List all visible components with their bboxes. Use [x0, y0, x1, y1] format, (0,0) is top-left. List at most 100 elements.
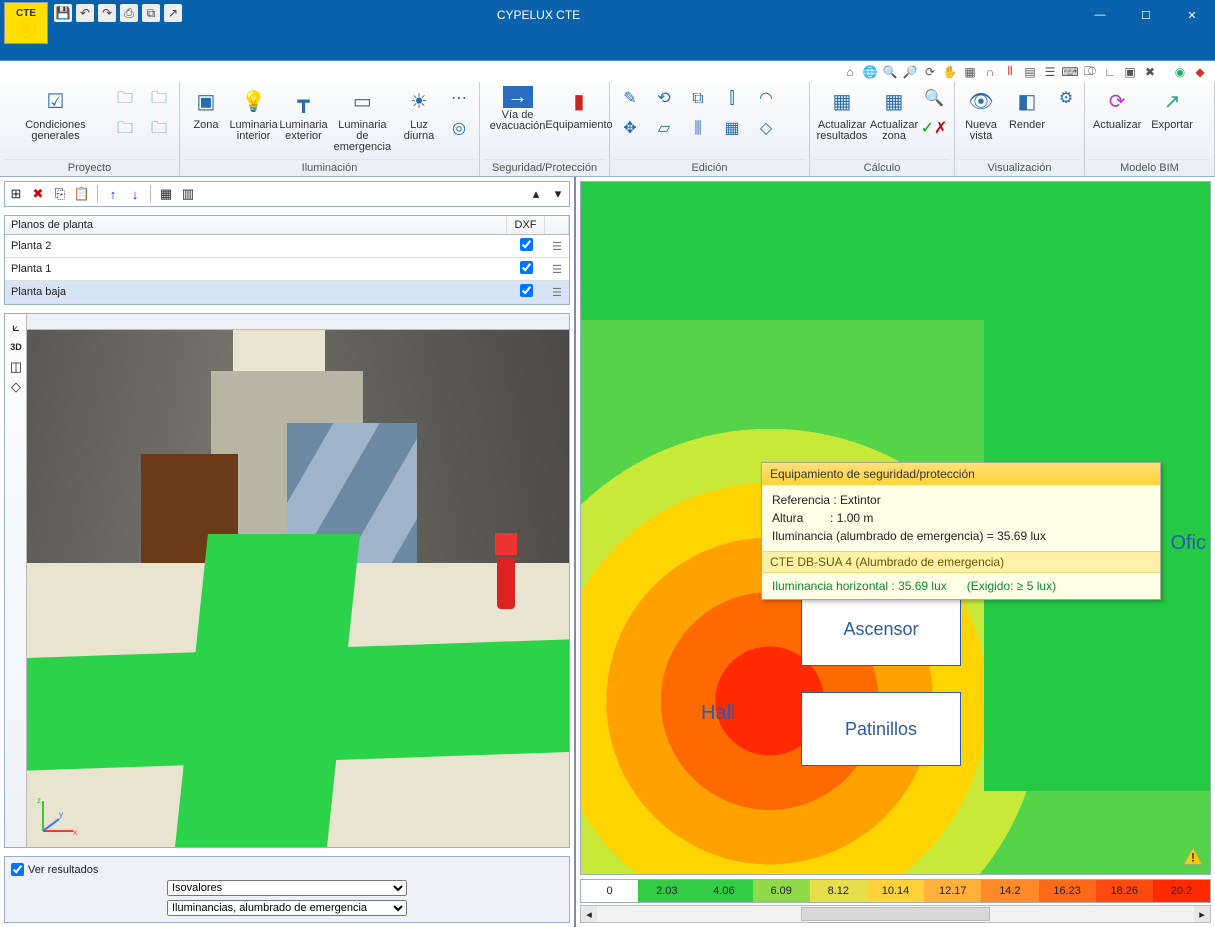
viewport-3d[interactable]: ⟀ 3D ◫ ◇ x z y — [4, 313, 570, 848]
exportar-button[interactable]: ↗Exportar — [1147, 84, 1197, 133]
target-button[interactable]: ◎ — [443, 114, 475, 142]
heatmap-viewport[interactable]: Hall Ascensor Patinillos Ofic Equipamien… — [580, 181, 1211, 875]
preview-icon[interactable]: ▦ — [157, 185, 175, 203]
up-icon[interactable]: ↑ — [104, 185, 122, 203]
ribbon: ☑ Condiciones generales 🗀 🗀 🗀 🗀 Proyecto… — [0, 82, 1215, 177]
zoom-icon[interactable]: 🔍 — [881, 63, 899, 81]
edit1[interactable]: ✎ — [614, 84, 646, 112]
via-evacuacion-button[interactable]: →Vía de evacuación — [484, 84, 551, 134]
edit9[interactable]: ◠ — [750, 84, 782, 112]
col-dxf[interactable]: DXF — [507, 216, 545, 234]
tools-icon[interactable]: ✖ — [1141, 63, 1159, 81]
luminaria-interior-button[interactable]: 💡Luminaria interior — [230, 84, 277, 144]
collapse-down-icon[interactable]: ▾ — [549, 185, 567, 203]
hand-icon[interactable]: ✋ — [941, 63, 959, 81]
snap-icon[interactable]: ⫴ — [1001, 63, 1019, 81]
redo-icon[interactable]: ↷ — [98, 4, 116, 22]
row-config-icon[interactable]: ☰ — [545, 237, 569, 256]
edit7[interactable]: ⫿ — [716, 84, 748, 112]
luminaria-exterior-button[interactable]: ┳Luminaria exterior — [279, 84, 328, 144]
3d-icon[interactable]: 3D — [7, 338, 25, 356]
folder-icon: 🗀 — [147, 86, 171, 110]
folder1-button[interactable]: 🗀 — [109, 84, 141, 112]
magnitude-select[interactable]: Iluminancias, alumbrado de emergencia — [167, 900, 407, 916]
scroll-thumb[interactable] — [801, 907, 990, 921]
row-config-icon[interactable]: ☰ — [545, 260, 569, 279]
horizontal-scrollbar[interactable]: ◂ ▸ — [580, 905, 1211, 923]
col-config[interactable] — [545, 216, 569, 234]
zoom-calc-button[interactable]: 🔍 — [918, 84, 950, 112]
undo-icon[interactable]: ↶ — [76, 4, 94, 22]
copy-icon[interactable]: ⎘ — [51, 185, 69, 203]
squares-icon[interactable]: ▣ — [1121, 63, 1139, 81]
row-config-icon[interactable]: ☰ — [545, 283, 569, 302]
minimize-button[interactable]: — — [1077, 1, 1123, 29]
folder2-button[interactable]: 🗀 — [109, 114, 141, 142]
home-icon[interactable]: ⌂ — [841, 63, 859, 81]
help-icon[interactable]: ◉ — [1171, 63, 1189, 81]
col-name[interactable]: Planos de planta — [5, 216, 507, 234]
magnet-icon[interactable]: ∩ — [981, 63, 999, 81]
save-icon[interactable]: 💾 — [54, 4, 72, 22]
scroll-right-icon[interactable]: ▸ — [1194, 906, 1210, 922]
settings-button[interactable]: ⚙ — [1051, 84, 1081, 112]
maximize-button[interactable]: ☐ — [1123, 1, 1169, 29]
refresh-icon[interactable]: ⟳ — [921, 63, 939, 81]
luz-diurna-button[interactable]: ☀Luz diurna — [397, 84, 441, 144]
cube3d-icon[interactable]: ◫ — [7, 358, 25, 376]
dots-button[interactable]: ⋯ — [443, 84, 475, 112]
collapse-up-icon[interactable]: ▴ — [527, 185, 545, 203]
display-mode-select[interactable]: Isovalores — [167, 880, 407, 896]
external-icon[interactable]: ↗ — [164, 4, 182, 22]
layers-icon[interactable]: ☰ — [1041, 63, 1059, 81]
zona-button[interactable]: ▣Zona — [184, 84, 228, 133]
edit8[interactable]: ▦ — [716, 114, 748, 142]
paste-icon[interactable]: 📋 — [73, 185, 91, 203]
nueva-vista-button[interactable]: 👁Nueva vista — [959, 84, 1003, 144]
luminaria-emergencia-button[interactable]: ▭Luminaria de emergencia — [330, 84, 395, 155]
scroll-left-icon[interactable]: ◂ — [581, 906, 597, 922]
grid-icon[interactable]: ▤ — [1021, 63, 1039, 81]
edit10[interactable]: ◇ — [750, 114, 782, 142]
close-button[interactable]: ✕ — [1169, 1, 1215, 29]
print-icon[interactable]: ⎙ — [120, 4, 138, 22]
table-row[interactable]: Planta baja☰ — [5, 281, 569, 304]
dxf-checkbox[interactable] — [520, 284, 533, 297]
table-row[interactable]: Planta 1☰ — [5, 258, 569, 281]
edit5[interactable]: ⧉ — [682, 84, 714, 112]
ver-resultados-checkbox[interactable] — [11, 863, 24, 876]
wire-icon[interactable]: ◇ — [7, 378, 25, 396]
viewport-scrollbar[interactable] — [27, 314, 569, 330]
select-icon[interactable]: ▦ — [961, 63, 979, 81]
delete-icon[interactable]: ✖ — [29, 185, 47, 203]
room-ascensor: Ascensor — [801, 592, 961, 666]
axis-icon[interactable]: ⟀ — [7, 318, 25, 336]
grid-icon[interactable]: ▥ — [179, 185, 197, 203]
edit2[interactable]: ✥ — [614, 114, 646, 142]
folder4-button[interactable]: 🗀 — [143, 114, 175, 142]
book-icon[interactable]: ◆ — [1191, 63, 1209, 81]
legend-segment: 8.12 — [810, 880, 867, 902]
actualizar-zona-button[interactable]: ▦Actualizar zona — [872, 84, 916, 144]
edit4[interactable]: ▱ — [648, 114, 680, 142]
add-icon[interactable]: ⊞ — [7, 185, 25, 203]
equipamiento-button[interactable]: ▮Equipamiento — [553, 84, 605, 133]
folder3-button[interactable]: 🗀 — [143, 84, 175, 112]
zoom-out-icon[interactable]: 🔎 — [901, 63, 919, 81]
actualizar-bim-button[interactable]: ⟳Actualizar — [1089, 84, 1145, 133]
edit6[interactable]: ⫼ — [682, 114, 714, 142]
down-icon[interactable]: ↓ — [126, 185, 144, 203]
dxf-checkbox[interactable] — [520, 238, 533, 251]
check-x-button[interactable]: ✓✗ — [918, 114, 950, 142]
render-button[interactable]: ◧Render — [1005, 84, 1049, 133]
box-icon[interactable]: ⧉ — [142, 4, 160, 22]
actualizar-resultados-button[interactable]: ▦Actualizar resultados — [814, 84, 870, 144]
options-icon[interactable]: ⎄ — [1081, 63, 1099, 81]
edit3[interactable]: ⟲ — [648, 84, 680, 112]
condiciones-generales-button[interactable]: ☑ Condiciones generales — [4, 84, 107, 144]
angle-icon[interactable]: ∟ — [1101, 63, 1119, 81]
keyboard-icon[interactable]: ⌨ — [1061, 63, 1079, 81]
dxf-checkbox[interactable] — [520, 261, 533, 274]
table-row[interactable]: Planta 2☰ — [5, 235, 569, 258]
globe-icon[interactable]: 🌐 — [861, 63, 879, 81]
